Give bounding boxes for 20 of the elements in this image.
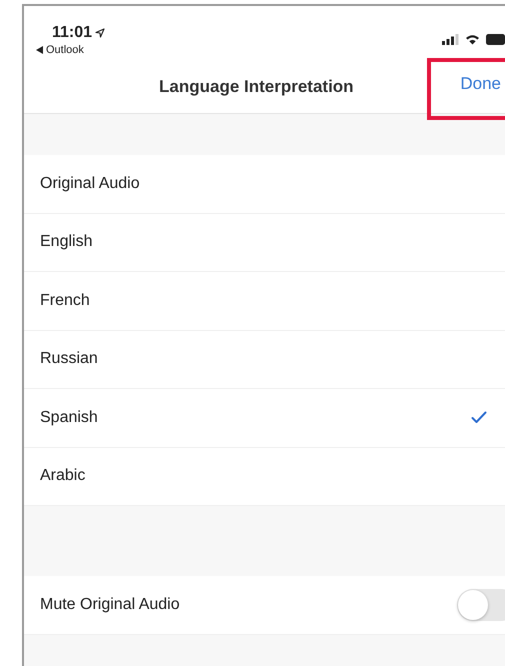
back-triangle-icon xyxy=(36,46,43,54)
language-label: French xyxy=(40,292,90,310)
language-label: English xyxy=(40,233,92,252)
language-row[interactable]: Arabic xyxy=(24,448,505,506)
language-label: Original Audio xyxy=(40,174,140,193)
back-to-app-link[interactable]: Outlook xyxy=(46,44,84,56)
screen-title: Language Interpretation xyxy=(159,76,354,96)
wifi-icon xyxy=(465,34,480,44)
location-arrow-icon xyxy=(95,28,106,38)
language-row[interactable]: English xyxy=(24,214,505,272)
language-label: Arabic xyxy=(40,467,86,486)
done-button[interactable]: Done xyxy=(460,74,501,94)
clock-time: 11:01 xyxy=(52,24,92,42)
signal-icon xyxy=(442,34,459,44)
battery-icon xyxy=(486,34,505,44)
language-row[interactable]: Russian xyxy=(24,330,505,389)
toggle-switch[interactable] xyxy=(457,588,505,621)
setting-label: Mute Original Audio xyxy=(40,596,180,614)
language-label: Russian xyxy=(40,350,98,368)
language-label: Spanish xyxy=(40,408,98,427)
